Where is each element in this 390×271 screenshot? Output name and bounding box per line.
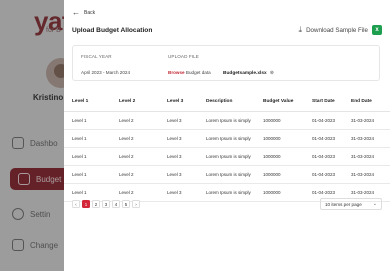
budget-data-label: Budget data bbox=[185, 70, 211, 75]
prev-page-button[interactable]: ‹ bbox=[72, 200, 80, 208]
table-cell: Level 3 bbox=[159, 165, 198, 184]
table-cell: Lorem Ipsum is simply bbox=[198, 165, 255, 184]
table-cell: 1000000 bbox=[255, 147, 304, 166]
table-cell: Level 3 bbox=[159, 147, 198, 166]
download-label: Download Sample File bbox=[306, 26, 368, 34]
table-cell: Level 1 bbox=[64, 111, 111, 130]
page-button-2[interactable]: 2 bbox=[92, 200, 100, 208]
table-cell: Lorem Ipsum is simply bbox=[198, 183, 255, 202]
download-icon: ⤓ bbox=[298, 25, 303, 34]
table-cell: Level 2 bbox=[111, 129, 159, 148]
table-cell: 01-04-2023 bbox=[304, 165, 343, 184]
column-header: Level 2 bbox=[111, 93, 159, 112]
table-cell: 01-04-2023 bbox=[304, 147, 343, 166]
table-cell: 31-03-2024 bbox=[343, 165, 390, 184]
column-header: Description bbox=[198, 93, 255, 112]
column-header: Level 1 bbox=[64, 93, 111, 112]
upload-panel: ← Back Upload Budget Allocation ⤓ Downlo… bbox=[64, 0, 390, 271]
items-per-page-select[interactable]: 10 items per page ⌄ bbox=[320, 198, 382, 210]
page-button-3[interactable]: 3 bbox=[102, 200, 110, 208]
items-per-page-value: 10 items per page bbox=[325, 201, 362, 207]
table-cell: 31-03-2024 bbox=[343, 147, 390, 166]
fiscal-year-value: April 2023 - March 2024 bbox=[81, 70, 131, 75]
table-cell: Level 1 bbox=[64, 183, 111, 202]
table-cell: 1000000 bbox=[255, 183, 304, 202]
excel-icon: x bbox=[372, 25, 382, 35]
page-button-4[interactable]: 4 bbox=[112, 200, 120, 208]
next-page-button[interactable]: › bbox=[132, 200, 140, 208]
arrow-left-icon: ← bbox=[72, 8, 80, 17]
budget-table: Level 1 Level 2 Level 3 Description Budg… bbox=[64, 93, 390, 202]
table-row: Level 1 Level 2 Level 3 Lorem Ipsum is s… bbox=[64, 129, 390, 148]
file-name: Budgetsample.xlsx bbox=[223, 70, 267, 76]
table-cell: Level 1 bbox=[64, 129, 111, 148]
upload-info-box: FISCAL YEAR UPLOAD FILE April 2023 - Mar… bbox=[72, 45, 380, 81]
page-button-5[interactable]: 5 bbox=[122, 200, 130, 208]
table-row: Level 1 Level 2 Level 3 Lorem Ipsum is s… bbox=[64, 111, 390, 130]
table-header-row: Level 1 Level 2 Level 3 Description Budg… bbox=[64, 93, 390, 112]
column-header: End Date bbox=[343, 93, 390, 112]
file-browse-field[interactable]: Browse Budget data bbox=[168, 70, 211, 75]
table-row: Level 1 Level 2 Level 3 Lorem Ipsum is s… bbox=[64, 165, 390, 184]
table-cell: Lorem Ipsum is simply bbox=[198, 147, 255, 166]
remove-file-icon[interactable]: ⊗ bbox=[270, 70, 274, 76]
table-cell: 1000000 bbox=[255, 111, 304, 130]
table-cell: Level 2 bbox=[111, 111, 159, 130]
fiscal-year-header: FISCAL YEAR bbox=[81, 54, 112, 59]
table-cell: Level 3 bbox=[159, 183, 198, 202]
table-cell: Lorem Ipsum is simply bbox=[198, 111, 255, 130]
column-header: Level 3 bbox=[159, 93, 198, 112]
table-cell: Lorem Ipsum is simply bbox=[198, 129, 255, 148]
table-cell: Level 2 bbox=[111, 183, 159, 202]
back-button[interactable]: ← Back bbox=[72, 8, 96, 17]
table-cell: Level 1 bbox=[64, 165, 111, 184]
table-cell: 01-04-2023 bbox=[304, 129, 343, 148]
upload-file-header: UPLOAD FILE bbox=[168, 54, 199, 59]
browse-button[interactable]: Browse bbox=[168, 70, 185, 75]
table-cell: 31-03-2024 bbox=[343, 111, 390, 130]
table-cell: 1000000 bbox=[255, 129, 304, 148]
column-header: Start Date bbox=[304, 93, 343, 112]
table-cell: Level 2 bbox=[111, 147, 159, 166]
back-label: Back bbox=[84, 10, 96, 16]
page-button-1[interactable]: 1 bbox=[82, 200, 90, 208]
table-cell: 01-04-2023 bbox=[304, 111, 343, 130]
pagination: ‹ 1 2 3 4 5 › bbox=[72, 200, 140, 208]
chevron-down-icon: ⌄ bbox=[372, 201, 377, 207]
table-row: Level 1 Level 2 Level 3 Lorem Ipsum is s… bbox=[64, 147, 390, 166]
table-cell: Level 3 bbox=[159, 111, 198, 130]
download-sample-button[interactable]: ⤓ Download Sample File x bbox=[299, 25, 382, 35]
table-cell: Level 2 bbox=[111, 165, 159, 184]
table-cell: 1000000 bbox=[255, 165, 304, 184]
column-header: Budget Value bbox=[255, 93, 304, 112]
table-cell: Level 3 bbox=[159, 129, 198, 148]
table-cell: 31-03-2024 bbox=[343, 129, 390, 148]
uploaded-file: Budgetsample.xlsx ⊗ bbox=[223, 70, 274, 76]
page-title: Upload Budget Allocation bbox=[72, 27, 153, 34]
table-cell: Level 1 bbox=[64, 147, 111, 166]
